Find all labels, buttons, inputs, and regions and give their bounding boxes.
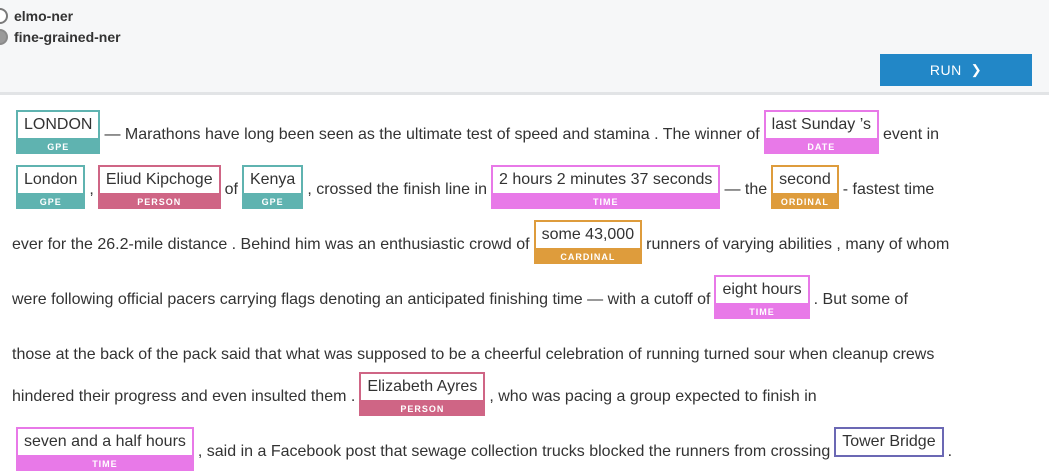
plain-text: , who was pacing a group expected to fin… [489, 388, 817, 405]
entity-label: PERSON [359, 402, 486, 416]
text-line: London GPE, Eliud Kipchoge PERSON of Kenya GPE… [12, 165, 935, 209]
entity-text: Elizabeth Ayres [359, 372, 486, 402]
text-line: hindered their progress and even insulte… [12, 372, 817, 416]
entity-label: GPE [16, 195, 86, 209]
run-button[interactable]: RUN ❯ [880, 54, 1032, 86]
text-line: seven and a half hours TIME, said in a Fa… [12, 427, 953, 471]
entity-fac: Tower Bridge [834, 427, 944, 457]
entity-cardinal: some 43,000 CARDINAL [533, 220, 643, 264]
entity-gpe: London GPE [16, 165, 86, 209]
entity-text: some 43,000 [533, 220, 643, 250]
entity-gpe: Kenya GPE [241, 165, 304, 209]
entity-time: seven and a half hours TIME [16, 427, 194, 471]
plain-text: - fastest time [842, 181, 935, 198]
entity-person: Eliud Kipchoge PERSON [97, 165, 221, 209]
plain-text: , crossed the finish line in [307, 181, 487, 198]
plain-text: — the [724, 181, 768, 198]
entity-text: second [771, 165, 839, 195]
model-option-label: fine-grained-ner [14, 29, 121, 45]
entity-text: LONDON [16, 110, 101, 140]
plain-text: hindered their progress and even insulte… [12, 388, 356, 405]
text-line: ever for the 26.2-mile distance . Behind… [12, 220, 950, 264]
model-panel: elmo-ner fine-grained-ner RUN ❯ [0, 0, 1049, 95]
entity-label: TIME [714, 305, 810, 319]
entity-label: CARDINAL [533, 250, 643, 264]
entity-text: seven and a half hours [16, 427, 194, 457]
entity-label: TIME [490, 195, 721, 209]
entity-time: eight hours TIME [714, 275, 810, 319]
plain-text: , [89, 181, 94, 198]
text-line: were following official pacers carrying … [12, 275, 908, 319]
radio-button[interactable] [0, 8, 8, 24]
entity-label: DATE [763, 140, 879, 154]
entity-text: London [16, 165, 86, 195]
text-line: LONDON GPE — Marathons have long been seen… [12, 110, 940, 154]
entity-text: Tower Bridge [834, 427, 944, 457]
run-button-label: RUN [929, 62, 962, 78]
entity-text: last Sunday ’s [763, 110, 879, 140]
entity-label: ORDINAL [771, 195, 839, 209]
entity-time: 2 hours 2 minutes 37 seconds TIME [490, 165, 721, 209]
plain-text: . [947, 443, 953, 460]
model-option-label: elmo-ner [14, 8, 74, 24]
plain-text: , said in a Facebook post that sewage co… [197, 443, 831, 460]
model-option-fine-grained-ner[interactable]: fine-grained-ner [0, 27, 121, 47]
entity-text: 2 hours 2 minutes 37 seconds [490, 165, 721, 195]
entity-person: Elizabeth Ayres PERSON [359, 372, 486, 416]
plain-text: of [224, 181, 238, 198]
entity-label: GPE [241, 195, 304, 209]
plain-text: — Marathons have long been seen as the u… [104, 126, 760, 143]
model-option-elmo-ner[interactable]: elmo-ner [0, 6, 73, 26]
plain-text: runners of varying abilities , many of w… [646, 236, 950, 253]
radio-button-selected[interactable] [0, 29, 8, 45]
entity-label: GPE [16, 140, 101, 154]
chevron-right-icon: ❯ [970, 62, 983, 77]
entity-gpe: LONDON GPE [16, 110, 101, 154]
plain-text: ever for the 26.2-mile distance . Behind… [12, 236, 530, 253]
entity-text: eight hours [714, 275, 810, 305]
entity-ordinal: second ORDINAL [771, 165, 839, 209]
plain-text: were following official pacers carrying … [12, 291, 711, 308]
plain-text: event in [883, 126, 940, 143]
entity-label: PERSON [97, 195, 221, 209]
entity-label: TIME [16, 457, 194, 471]
entity-date: last Sunday ’s DATE [763, 110, 879, 154]
plain-text: . But some of [813, 291, 908, 308]
plain-text: those at the back of the pack said that … [12, 346, 935, 363]
text-line: those at the back of the pack said that … [12, 330, 934, 372]
entity-text: Eliud Kipchoge [97, 165, 221, 195]
entity-text: Kenya [241, 165, 304, 195]
